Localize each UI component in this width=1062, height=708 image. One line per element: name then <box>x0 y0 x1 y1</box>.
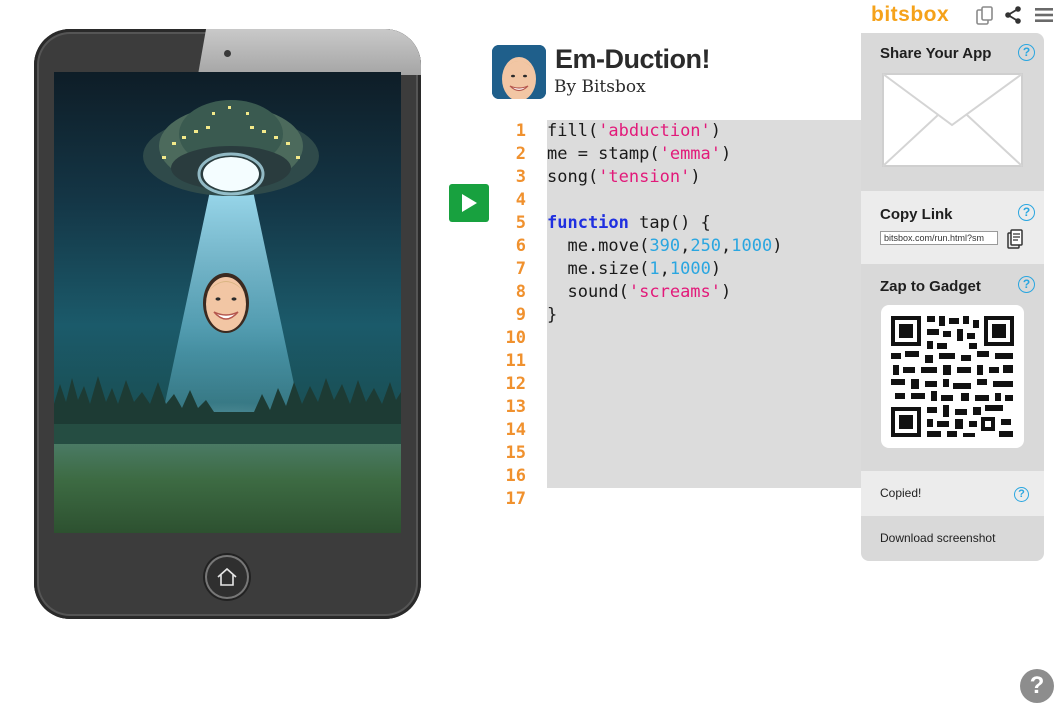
code-token: ) <box>721 282 732 302</box>
code-token: , <box>721 236 732 256</box>
download-screenshot-link[interactable]: Download screenshot <box>880 531 995 545</box>
line-number: 8 <box>515 282 526 302</box>
line-number-gutter: 1 2 3 4 5 6 7 8 9 10 11 12 13 14 15 16 17 <box>496 120 526 511</box>
share-link-field[interactable]: bitsbox.com/run.html?sm <box>880 231 998 245</box>
email-envelope-button[interactable] <box>882 73 1023 167</box>
code-line[interactable]: fill('abduction') <box>547 120 861 143</box>
code-token: me.move( <box>547 236 650 256</box>
share-your-app-title: Share Your App <box>880 45 992 62</box>
menu-icon[interactable] <box>1034 5 1054 25</box>
share-help-icon[interactable]: ? <box>1018 44 1035 61</box>
forest-silhouette <box>54 376 401 446</box>
code-token: ) <box>710 121 722 141</box>
line-number: 15 <box>505 443 526 463</box>
grass-field <box>54 444 401 533</box>
help-button[interactable]: ? <box>1020 669 1054 703</box>
run-button[interactable] <box>449 184 489 222</box>
code-token: ) <box>690 167 701 187</box>
code-token: fill( <box>547 121 599 141</box>
line-number: 6 <box>515 236 526 256</box>
line-number: 5 <box>515 213 526 233</box>
envelope-icon <box>882 73 1023 167</box>
emma-stamp-sprite[interactable] <box>202 268 250 334</box>
tablet-bezel-highlight <box>197 29 421 75</box>
code-line[interactable]: me.move(390,250,1000) <box>547 235 861 258</box>
zap-to-gadget-title: Zap to Gadget <box>880 278 981 295</box>
code-line[interactable]: } <box>547 304 861 327</box>
app-avatar <box>492 45 546 99</box>
code-token: function <box>547 213 629 233</box>
copied-status: Copied! <box>880 486 922 500</box>
tablet-camera <box>224 50 231 57</box>
code-token: me = stamp( <box>547 144 660 164</box>
code-token: ) <box>772 236 783 256</box>
code-line[interactable] <box>547 189 861 212</box>
copy-link-title: Copy Link <box>880 206 953 223</box>
clipboard-icon[interactable] <box>1005 229 1025 251</box>
code-token: 1000 <box>669 259 711 279</box>
code-token: 'tension' <box>598 167 691 187</box>
line-number: 14 <box>505 420 526 440</box>
copy-link-section <box>861 191 1044 264</box>
code-line[interactable]: me.size(1,1000) <box>547 258 861 281</box>
line-number: 12 <box>505 374 526 394</box>
line-number: 1 <box>515 121 526 141</box>
line-number: 11 <box>505 351 526 371</box>
code-token: 'emma' <box>659 144 722 164</box>
copy-link-help-icon[interactable]: ? <box>1018 204 1035 221</box>
code-token: tap() { <box>628 213 711 233</box>
line-number: 3 <box>515 167 526 187</box>
qr-code-image <box>891 316 1014 437</box>
code-line[interactable]: function tap() { <box>547 212 861 235</box>
line-number: 2 <box>515 144 526 164</box>
code-token: , <box>659 259 670 279</box>
code-line[interactable]: song('tension') <box>547 166 861 189</box>
app-title: Em-Duction! <box>555 44 710 74</box>
code-token: 1000 <box>731 236 773 256</box>
bitsbox-logo[interactable]: bitsbox <box>871 3 949 27</box>
code-token: ) <box>710 259 722 279</box>
code-token: } <box>547 305 558 325</box>
qr-code <box>881 305 1024 448</box>
home-button[interactable] <box>205 555 249 599</box>
line-number: 13 <box>505 397 526 417</box>
code-token: me.size( <box>547 259 650 279</box>
code-token: , <box>680 236 691 256</box>
code-token: 'screams' <box>628 282 722 302</box>
code-token: ) <box>721 144 732 164</box>
line-number: 10 <box>505 328 526 348</box>
code-token: 1 <box>649 259 660 279</box>
tablet-device <box>34 29 421 619</box>
code-token: song( <box>547 167 599 187</box>
line-number: 16 <box>505 466 526 486</box>
app-preview-screen[interactable] <box>54 72 401 533</box>
code-token: 'abduction' <box>598 121 711 141</box>
play-icon <box>462 194 477 212</box>
ufo-image <box>143 100 319 196</box>
zap-help-icon[interactable]: ? <box>1018 276 1035 293</box>
share-icon[interactable] <box>1003 5 1023 25</box>
avatar-face <box>492 45 546 99</box>
line-number: 7 <box>515 259 526 279</box>
status-help-icon[interactable]: ? <box>1014 487 1029 502</box>
code-line[interactable]: me = stamp('emma') <box>547 143 861 166</box>
code-token: sound( <box>547 282 629 302</box>
code-token: 390 <box>649 236 681 256</box>
code-token: 250 <box>690 236 722 256</box>
app-author: By Bitsbox <box>554 77 646 97</box>
code-editor[interactable]: fill('abduction') me = stamp('emma') song(… <box>547 120 861 488</box>
share-panel: Share Your App ? Copy Link ? bitsbox.com… <box>861 33 1044 561</box>
code-line[interactable]: sound('screams') <box>547 281 861 304</box>
home-icon <box>217 567 237 586</box>
line-number: 17 <box>505 489 526 509</box>
line-number: 4 <box>515 190 526 210</box>
line-number: 9 <box>515 305 526 325</box>
tablet-icon[interactable] <box>974 5 994 25</box>
